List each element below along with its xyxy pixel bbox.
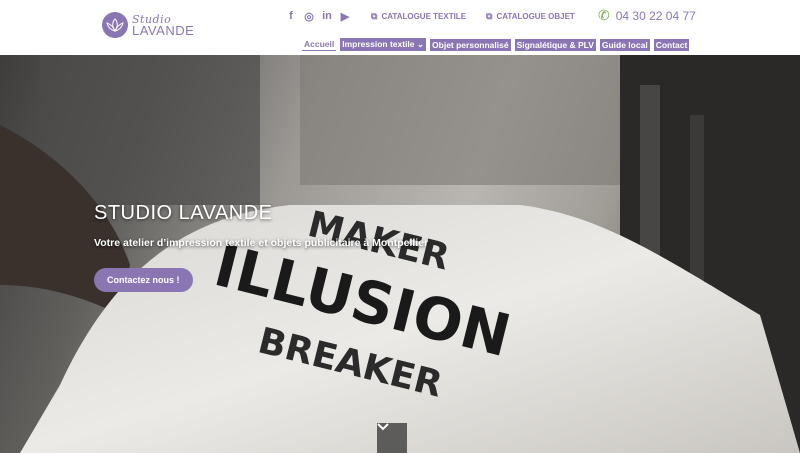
site-logo[interactable]: Studio LAVANDE xyxy=(102,12,194,38)
nav-item-impression-textile[interactable]: Impression textile ⌄ xyxy=(340,38,427,51)
catalogue-objet-label: CATALOGUE OBJET xyxy=(496,12,575,21)
chevron-down-icon: ⌄ xyxy=(416,39,425,49)
nav-item-guide-local[interactable]: Guide local xyxy=(599,38,650,51)
external-link-icon: ⧉ xyxy=(486,11,493,21)
instagram-icon[interactable]: ◎ xyxy=(304,10,314,23)
site-header: Studio LAVANDE f ◎ in ▶ ⧉ CATALOGUE TEXT… xyxy=(0,0,800,55)
chevron-down-icon xyxy=(377,423,389,431)
youtube-icon[interactable]: ▶ xyxy=(340,10,350,23)
hero-content: STUDIO LAVANDE Votre atelier d’impressio… xyxy=(94,202,454,292)
catalogue-textile-link[interactable]: ⧉ CATALOGUE TEXTILE xyxy=(371,11,466,22)
linkedin-icon[interactable]: in xyxy=(322,10,332,22)
external-link-icon: ⧉ xyxy=(371,11,378,21)
social-links: f ◎ in ▶ xyxy=(286,10,350,23)
hero-banner: MAKER ILLUSION BREAKER STUDIO LAVANDE Vo… xyxy=(0,55,800,453)
contact-button[interactable]: Contactez nous ! xyxy=(94,268,193,292)
nav-item-label: Impression textile xyxy=(342,39,415,49)
catalogue-objet-link[interactable]: ⧉ CATALOGUE OBJET xyxy=(486,11,575,22)
nav-item-accueil[interactable]: Accueil xyxy=(302,38,337,51)
hero-title: STUDIO LAVANDE xyxy=(94,202,273,224)
phone-number: 04 30 22 04 77 xyxy=(615,8,696,23)
brand-line-2: LAVANDE xyxy=(132,23,195,38)
nav-item-signaletique[interactable]: Signalétique & PLV xyxy=(514,38,596,51)
phone-link[interactable]: ✆ 04 30 22 04 77 xyxy=(598,7,696,24)
lotus-icon xyxy=(102,12,128,38)
scroll-down-button[interactable] xyxy=(377,423,407,453)
nav-item-contact[interactable]: Contact xyxy=(653,38,690,51)
hero-subtitle: Votre atelier d’impression textile et ob… xyxy=(94,237,429,249)
main-nav: Accueil Impression textile ⌄ Objet perso… xyxy=(302,38,690,51)
nav-item-objet-personnalise[interactable]: Objet personnalisé xyxy=(430,38,511,51)
catalogue-textile-label: CATALOGUE TEXTILE xyxy=(381,12,467,21)
phone-icon: ✆ xyxy=(598,7,610,23)
facebook-icon[interactable]: f xyxy=(286,10,296,22)
